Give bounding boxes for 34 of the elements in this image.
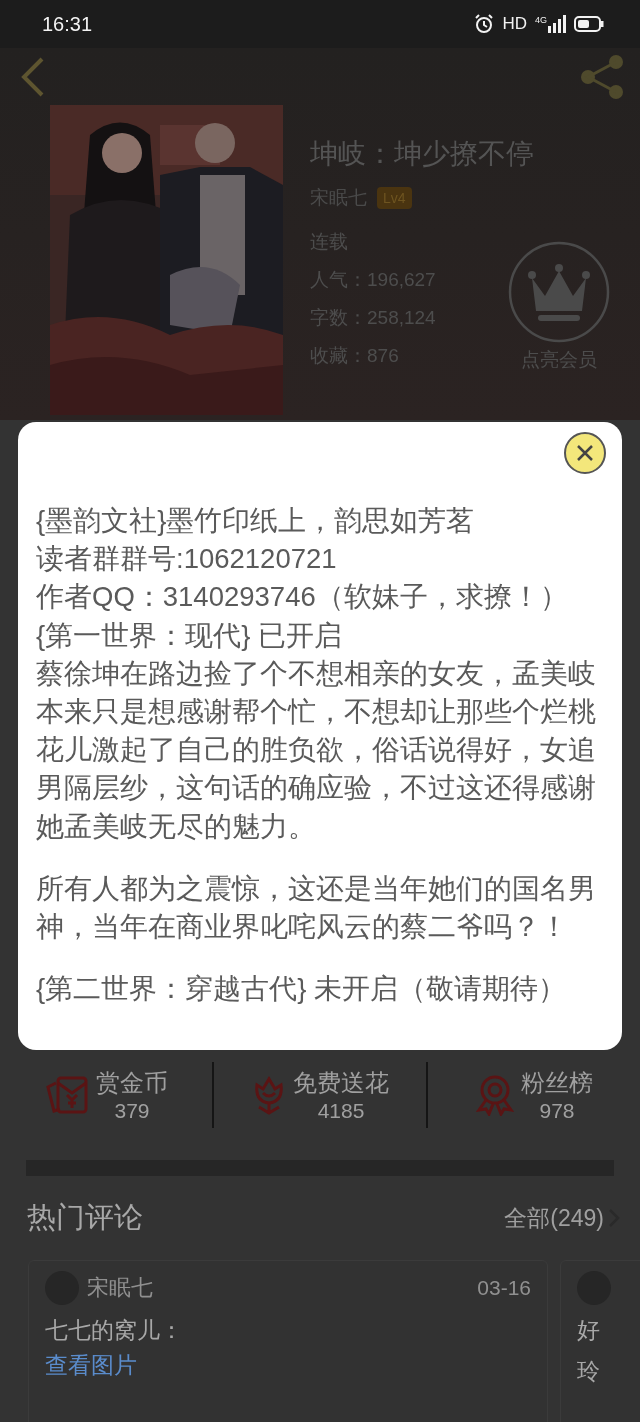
intro-text: 读者群群号:1062120721 xyxy=(36,542,338,577)
intro-text: {第二世界：穿越古代} 未开启（敬请期待） xyxy=(36,972,567,1007)
intro-text: 作者QQ：3140293746（软妹子，求撩！） xyxy=(36,580,569,615)
action-count: 379 xyxy=(114,1099,150,1123)
section-title: 热门评论 xyxy=(27,1200,143,1235)
signal-icon xyxy=(548,15,566,33)
envelope-icon xyxy=(44,1075,90,1115)
comment-text: 玲 xyxy=(577,1357,601,1386)
share-icon[interactable] xyxy=(580,53,626,100)
comment-text: 七七的窝儿： xyxy=(45,1316,184,1345)
comment-date: 03-16 xyxy=(477,1276,531,1300)
clock-time: 16:31 xyxy=(42,12,94,36)
crown-icon[interactable] xyxy=(508,241,610,343)
network-type-label: 4G xyxy=(535,15,547,25)
comment-text: 好 xyxy=(577,1316,601,1345)
medal-icon xyxy=(475,1074,515,1116)
commenter-name: 宋眠七 xyxy=(87,1274,153,1302)
hd-label: HD xyxy=(502,14,527,34)
action-label[interactable]: 粉丝榜 xyxy=(521,1067,593,1099)
battery-icon xyxy=(574,16,604,32)
intro-text: 蔡徐坤在路边捡了个不想相亲的女友，孟美岐本来只是想感谢帮个忙，不想却让那些个烂桃花儿激起了自己的胜负欲，俗话说得好，女追男隔层纱，这句话的确应验，不过这还得感谢她孟美岐无尽的魅力。 xyxy=(36,656,597,844)
action-count: 978 xyxy=(539,1099,575,1123)
intro-text: {墨韵文社}墨竹印纸上，韵思如芳茗 xyxy=(36,504,476,538)
comment-card[interactable]: 宋眠七 03-16 七七的窝儿： 查看图片 xyxy=(28,1260,548,1422)
intro-text: 所有人都为之震惊，这还是当年她们的国名男神，当年在商业界叱咤风云的蔡二爷吗？！ xyxy=(36,871,597,945)
view-all-link[interactable]: 全部(249) xyxy=(504,1202,620,1234)
close-icon[interactable] xyxy=(564,432,606,474)
intro-text: {第一世界：现代} 已开启 xyxy=(36,618,343,653)
alarm-icon xyxy=(474,14,495,34)
action-count: 4185 xyxy=(317,1099,365,1123)
comment-card[interactable]: 好 玲 xyxy=(560,1260,640,1422)
action-label[interactable]: 赏金币 xyxy=(96,1067,168,1099)
view-image-link[interactable]: 查看图片 xyxy=(45,1350,531,1381)
action-label[interactable]: 免费送花 xyxy=(293,1067,389,1099)
